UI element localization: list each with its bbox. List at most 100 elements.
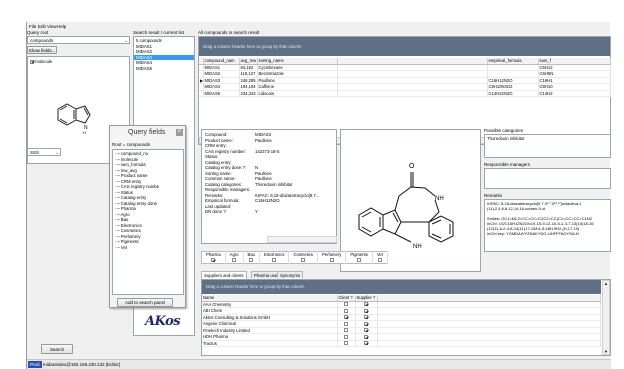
scroll-up-icon[interactable]: ▲	[604, 281, 608, 286]
checkbox-cell	[337, 340, 356, 347]
category-cell	[259, 257, 290, 264]
categories-grid: Pharma Agro Bau Electronics Cosmetics Perfume…	[201, 251, 388, 264]
tree-item-label: Agro	[120, 211, 130, 217]
category-cell	[288, 257, 319, 264]
supplier-checkbox[interactable]	[364, 308, 368, 313]
category-checkbox[interactable]	[357, 258, 362, 263]
tree-item-label: Product name	[120, 173, 148, 178]
close-icon[interactable]: ×	[176, 129, 183, 136]
tree-item-label: molecule	[120, 156, 138, 162]
table-cell: 248,285	[239, 77, 258, 84]
details-scrollbar[interactable]	[267, 236, 337, 243]
responsible-managers-list[interactable]	[484, 168, 611, 189]
supplier-column-header[interactable]: Client ?	[337, 295, 356, 302]
category-checkbox[interactable]	[211, 258, 216, 263]
column-header[interactable]: avg_mw	[239, 58, 258, 65]
tab-suppliers-and-clients[interactable]: Suppliers and clients	[201, 271, 247, 279]
suppliers-vertical-scrollbar[interactable]: ▲ ▼	[602, 280, 610, 355]
category-checkbox[interactable]	[329, 258, 334, 263]
remarks-textbox[interactable]: IUPAC: 8,18-diazatetracyclo[9.7.0²,⁷.0¹²…	[484, 199, 611, 252]
detail-label: Compound:	[205, 132, 228, 137]
show-fields-button[interactable]: Show fields...	[27, 46, 57, 54]
tree-item-label: Vet	[120, 244, 127, 250]
supplier-column-header[interactable]: Supplier ?	[355, 295, 378, 302]
tree-item-label: Catalog entry done	[120, 200, 158, 206]
search-mode-select[interactable]: SSS ⌄	[27, 148, 61, 156]
tree-item-label: Perfumery	[120, 233, 141, 239]
supplier-checkbox[interactable]	[364, 328, 368, 333]
tab-synonyms[interactable]: Synonyms	[277, 271, 304, 278]
column-header[interactable]: compound_nam	[203, 58, 240, 65]
category-cell	[345, 257, 373, 264]
detail-label: Catalog entry:	[205, 159, 232, 165]
add-to-search-panel-button[interactable]: Add to search panel	[117, 298, 173, 307]
client-checkbox[interactable]	[344, 315, 348, 320]
svg-text:H: H	[83, 130, 86, 135]
table-row[interactable]: MIDAS5 234,343 Lidocain C14H22N2O C14H2	[199, 90, 611, 97]
supplier-checkbox[interactable]	[364, 341, 368, 346]
supplier-checkbox[interactable]	[364, 315, 368, 320]
category-checkbox[interactable]	[272, 258, 277, 263]
tree-item-label: Pigments	[120, 239, 139, 244]
possible-category-item[interactable]: Thoredoxin inhibitor	[487, 136, 608, 142]
akos-logo: AKos	[145, 314, 181, 329]
table-row[interactable]: Tractus	[202, 340, 601, 347]
category-checkbox[interactable]	[232, 258, 237, 263]
compound-details: Compound: MIDAS3 Product name: Paullone CRM …	[201, 129, 337, 244]
table-cell: Lidocain	[257, 90, 338, 97]
detail-label: Catalog entry done ?:	[205, 165, 247, 170]
supplier-checkbox[interactable]	[364, 334, 368, 339]
supplier-name: Tractus	[202, 340, 338, 347]
menu-help[interactable]: Help	[57, 24, 66, 30]
list-item[interactable]: MIDAS5	[134, 66, 194, 72]
category-cell	[225, 257, 244, 264]
client-checkbox[interactable]	[344, 308, 348, 313]
tree-item-label: mw_avg	[120, 167, 137, 173]
category-checkbox[interactable]	[249, 258, 254, 263]
supplier-checkbox[interactable]	[364, 302, 368, 307]
client-checkbox[interactable]	[344, 328, 348, 333]
tree-item-label: Cosmetics	[120, 228, 141, 233]
client-checkbox[interactable]	[344, 334, 348, 339]
search-mode-value: SSS	[30, 150, 40, 155]
category-checkbox[interactable]	[377, 258, 382, 263]
query-fields-tree[interactable]: ─▪ compound_no ─▪ molecule ─▪ sum_formula ─…	[112, 149, 184, 295]
tree-item-label: CAS registry numbe	[120, 184, 160, 189]
table-cell	[337, 90, 488, 97]
empty-cell	[377, 340, 601, 347]
lactam-nh-label: NH	[435, 196, 444, 202]
tree-item-label: sum_formula	[120, 162, 146, 167]
category-cell	[317, 257, 347, 264]
molecule-checkbox[interactable]	[30, 59, 34, 64]
client-checkbox[interactable]	[344, 321, 348, 326]
category-checkbox[interactable]	[301, 258, 306, 263]
tree-item[interactable]: ─▪ Vet	[113, 245, 183, 251]
scroll-down-icon[interactable]: ▼	[604, 349, 608, 354]
application-window: File Edit View Help Query root compounds…	[26, 22, 611, 369]
detail-label: Product name:	[205, 137, 233, 143]
possible-categories-list[interactable]: Thoredoxin inhibitor	[484, 134, 611, 158]
client-checkbox[interactable]	[344, 341, 348, 346]
tree-item-label: Bau	[120, 217, 129, 222]
indole-structure-drawing: N H	[57, 103, 91, 135]
tree-item-label: Electronics	[120, 222, 142, 228]
table-cell: C14H22N2O	[487, 90, 539, 97]
client-checkbox[interactable]	[344, 302, 348, 307]
table-cell: MIDAS5	[203, 90, 240, 97]
menu-view[interactable]: View	[47, 24, 57, 30]
query-fields-title: Query fields	[128, 129, 166, 136]
query-root-select[interactable]: compounds ⌄	[27, 36, 130, 44]
supplier-checkbox[interactable]	[364, 321, 368, 326]
detail-label: Status:	[205, 154, 219, 159]
table-cell: C14H2	[538, 90, 611, 97]
suppliers-grid: Drag a column header here to group by th…	[201, 279, 611, 356]
detail-value[interactable]: Y	[255, 209, 258, 215]
table-cell: 119,127	[239, 70, 258, 78]
paullone-structure-drawing: O NH NH	[358, 163, 454, 250]
detail-label: Common name:	[205, 176, 236, 181]
category-cell	[243, 257, 260, 264]
chevron-down-icon: ⌄	[55, 150, 59, 155]
prod-badge: Prod	[28, 361, 42, 368]
carbonyl-oxygen-label: O	[409, 163, 415, 170]
search-button[interactable]: Search	[41, 344, 73, 354]
